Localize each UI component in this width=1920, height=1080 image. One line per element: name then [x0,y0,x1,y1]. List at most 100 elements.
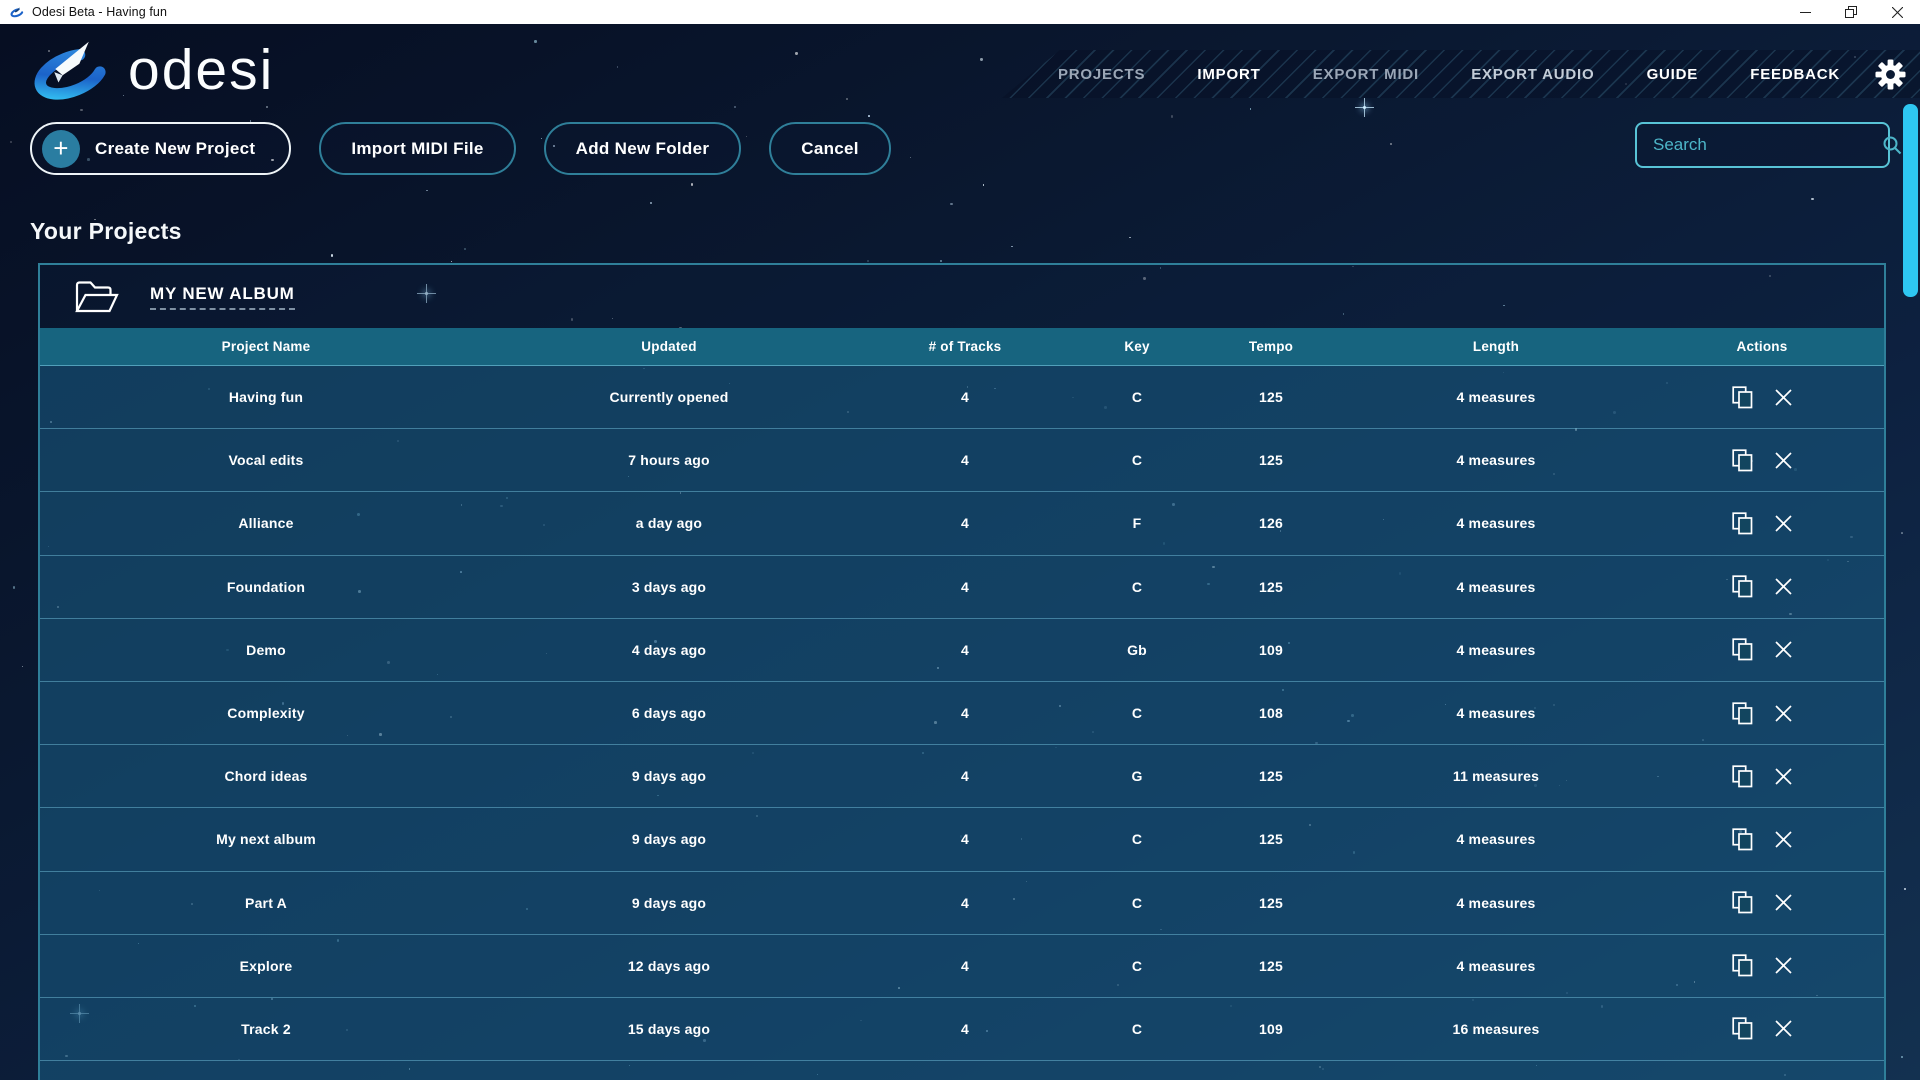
cell-updated: 15 days ago [492,1021,846,1037]
cell-project-name: Track 2 [40,1021,492,1037]
delete-project-icon[interactable] [1775,389,1792,406]
cell-updated: 9 days ago [492,831,846,847]
col-header-updated: Updated [492,339,846,354]
create-new-project-label: Create New Project [95,139,255,159]
nav-item-export-midi[interactable]: EXPORT MIDI [1313,66,1419,83]
cell-tempo: 126 [1190,515,1352,531]
cell-actions [1640,954,1884,977]
table-row[interactable]: Explore 12 days ago 4 C 125 4 measures [40,935,1884,998]
cell-project-name: Foundation [40,579,492,595]
delete-project-icon[interactable] [1775,768,1792,785]
col-header-tempo: Tempo [1190,339,1352,354]
delete-project-icon[interactable] [1775,894,1792,911]
cell-project-name: Demo [40,642,492,658]
duplicate-project-icon[interactable] [1732,891,1753,914]
search-input[interactable] [1637,135,1882,155]
table-row[interactable]: Alliance a day ago 4 F 126 4 measures [40,492,1884,555]
cell-updated: 6 days ago [492,705,846,721]
table-row[interactable]: Complexity 6 days ago 4 C 108 4 measures [40,682,1884,745]
nav-item-feedback[interactable]: FEEDBACK [1750,66,1840,83]
duplicate-project-icon[interactable] [1732,386,1753,409]
cell-project-name: Having fun [40,389,492,405]
cell-actions [1640,512,1884,535]
cell-length: 4 measures [1352,642,1640,658]
cell-key: C [1084,958,1190,974]
cell-tracks: 4 [846,768,1084,784]
cell-key: F [1084,515,1190,531]
folder-name[interactable]: MY NEW ALBUM [150,284,295,310]
duplicate-project-icon[interactable] [1732,1017,1753,1040]
table-row[interactable]: Foundation 3 days ago 4 C 125 4 measures [40,556,1884,619]
table-row[interactable]: Track 2 15 days ago 4 C 109 16 measures [40,998,1884,1061]
app-window: Odesi Beta - Having fun [0,0,1920,1080]
cell-length: 4 measures [1352,831,1640,847]
delete-project-icon[interactable] [1775,578,1792,595]
cell-tracks: 4 [846,895,1084,911]
delete-project-icon[interactable] [1775,515,1792,532]
cell-tempo: 125 [1190,895,1352,911]
cell-key: C [1084,705,1190,721]
duplicate-project-icon[interactable] [1732,512,1753,535]
nav-item-export-audio[interactable]: EXPORT AUDIO [1471,66,1594,83]
open-folder-icon [74,280,120,314]
cell-project-name: Part A [40,895,492,911]
table-row[interactable]: Demo 4 days ago 4 Gb 109 4 measures [40,619,1884,682]
duplicate-project-icon[interactable] [1732,765,1753,788]
duplicate-project-icon[interactable] [1732,575,1753,598]
cell-length: 4 measures [1352,389,1640,405]
duplicate-project-icon[interactable] [1732,449,1753,472]
cell-tempo: 125 [1190,831,1352,847]
nav-item-guide[interactable]: GUIDE [1647,66,1699,83]
cell-project-name: Complexity [40,705,492,721]
table-row[interactable]: Having fun Currently opened 4 C 125 4 me… [40,366,1884,429]
delete-project-icon[interactable] [1775,831,1792,848]
cell-project-name: Explore [40,958,492,974]
table-row[interactable]: Chord ideas 9 days ago 4 G 125 11 measur… [40,745,1884,808]
cancel-button[interactable]: Cancel [769,122,891,175]
search-icon[interactable] [1882,135,1902,155]
cell-tempo: 109 [1190,642,1352,658]
cell-length: 11 measures [1352,768,1640,784]
settings-gear-icon[interactable] [1875,59,1906,90]
cell-actions [1640,765,1884,788]
nav-item-import[interactable]: IMPORT [1197,66,1260,83]
restore-button[interactable] [1828,0,1874,24]
window-controls [1782,0,1920,24]
delete-project-icon[interactable] [1775,641,1792,658]
cell-tempo: 125 [1190,768,1352,784]
col-header-project-name: Project Name [40,339,492,354]
delete-project-icon[interactable] [1775,452,1792,469]
create-new-project-button[interactable]: + Create New Project [30,122,291,175]
cell-length: 4 measures [1352,452,1640,468]
cell-length: 4 measures [1352,515,1640,531]
cell-key: C [1084,452,1190,468]
add-new-folder-button[interactable]: Add New Folder [544,122,742,175]
duplicate-project-icon[interactable] [1732,702,1753,725]
cell-tracks: 4 [846,389,1084,405]
scrollbar-thumb[interactable] [1903,104,1918,297]
folder-header[interactable]: MY NEW ALBUM [40,265,1884,328]
cell-updated: 3 days ago [492,579,846,595]
close-button[interactable] [1874,0,1920,24]
cell-tracks: 4 [846,642,1084,658]
cell-key: G [1084,768,1190,784]
import-midi-file-button[interactable]: Import MIDI File [319,122,515,175]
table-row[interactable]: Vocal edits 7 hours ago 4 C 125 4 measur… [40,429,1884,492]
plus-icon: + [42,130,80,168]
cell-tempo: 125 [1190,389,1352,405]
minimize-button[interactable] [1782,0,1828,24]
delete-project-icon[interactable] [1775,1020,1792,1037]
duplicate-project-icon[interactable] [1732,954,1753,977]
cell-tracks: 4 [846,515,1084,531]
duplicate-project-icon[interactable] [1732,638,1753,661]
nav-item-projects[interactable]: PROJECTS [1058,66,1145,83]
duplicate-project-icon[interactable] [1732,828,1753,851]
delete-project-icon[interactable] [1775,705,1792,722]
table-row[interactable]: My next album 9 days ago 4 C 125 4 measu… [40,808,1884,871]
cell-actions [1640,638,1884,661]
projects-panel: MY NEW ALBUM Project Name Updated # of T… [38,263,1886,1080]
table-row[interactable]: Part A 9 days ago 4 C 125 4 measures [40,872,1884,935]
title-bar: Odesi Beta - Having fun [0,0,1920,24]
delete-project-icon[interactable] [1775,957,1792,974]
add-new-folder-label: Add New Folder [576,139,710,159]
